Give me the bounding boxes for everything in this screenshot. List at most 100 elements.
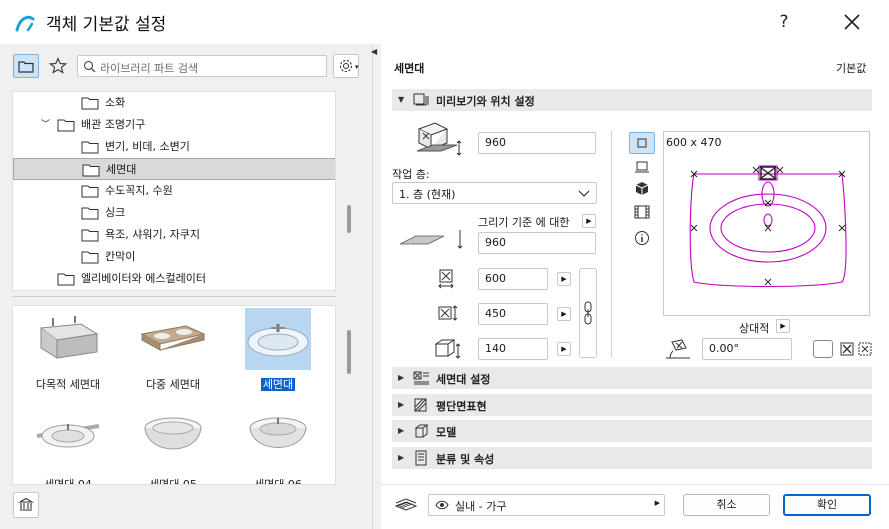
window-title: 객체 기본값 설정: [46, 15, 167, 35]
chevron-right-icon: ▶: [654, 499, 660, 507]
gallery-item[interactable]: 세면대 04: [18, 408, 118, 484]
section-label: 모델: [436, 426, 457, 439]
eye-icon: [435, 500, 449, 510]
object-name: 세면대: [394, 62, 425, 75]
folder-icon: [81, 207, 99, 220]
tree-item[interactable]: 변기, 비데, 소변기: [81, 136, 190, 158]
floor-plan-icon: [414, 398, 427, 412]
layer-select[interactable]: 실내 - 가구 ▶: [428, 494, 665, 516]
tree-item[interactable]: ﹀ 배관 조명기구: [41, 114, 145, 136]
gallery-item-label: 다목적 세면대: [35, 378, 101, 391]
part-thumbnail-image: [245, 308, 311, 370]
cancel-button[interactable]: 취소: [683, 494, 770, 516]
preview-3d-button[interactable]: [634, 181, 650, 200]
height-icon: [434, 339, 461, 359]
width-field[interactable]: 600: [478, 268, 548, 290]
section-label: 분류 및 속성: [436, 453, 495, 466]
library-manager-button[interactable]: [13, 492, 39, 518]
preview-canvas[interactable]: 600 x 470: [663, 131, 870, 316]
tree-item-label: 싱크: [105, 206, 126, 219]
angle-field[interactable]: 0.00°: [702, 338, 792, 360]
preview-2d-button[interactable]: [629, 132, 655, 154]
collapse-left-icon[interactable]: ◀: [371, 47, 377, 56]
tree-item[interactable]: 소화: [81, 92, 125, 114]
section-preview-header[interactable]: ▼ 미리보기와 위치 설정: [392, 89, 872, 111]
archicad-logo-icon: [15, 15, 35, 32]
section-header[interactable]: ▶ 분류 및 속성: [392, 447, 872, 469]
story-label: 작업 층:: [392, 168, 430, 181]
tree-item[interactable]: 엘리베이터와 에스컬레이터: [57, 268, 206, 290]
cube-icon: [635, 182, 649, 195]
section-header[interactable]: ▶ 평단면표현: [392, 394, 872, 416]
tree-item[interactable]: 싱크: [81, 202, 125, 224]
chevron-down-icon[interactable]: ﹀: [41, 114, 50, 136]
elevation-field[interactable]: 960: [478, 132, 596, 154]
model-cube-icon: [414, 424, 429, 438]
folder-icon: [81, 251, 99, 264]
anchor-point-icon[interactable]: [840, 342, 854, 356]
part-thumbnail-image: [35, 308, 101, 370]
tree-item-label: 욕조, 샤워기, 자쿠지: [105, 228, 200, 241]
folder-icon: [81, 185, 99, 198]
folder-icon: [81, 229, 99, 242]
section-label: 세면대 설정: [436, 373, 491, 386]
gallery-scrollbar[interactable]: [347, 330, 351, 374]
depth-field[interactable]: 450: [478, 303, 548, 325]
library-icon: [18, 497, 34, 511]
section-header[interactable]: ▶ 세면대 설정: [392, 367, 872, 389]
gallery-item[interactable]: 다중 세면대: [123, 308, 223, 392]
gallery-item[interactable]: 세면대 05: [123, 408, 223, 484]
collapsed-arrow-icon: ▶: [398, 453, 405, 462]
relative-menu-button[interactable]: ▶: [582, 214, 596, 228]
gallery-item[interactable]: 다목적 세면대: [18, 308, 118, 392]
height-menu-button[interactable]: ▶: [557, 342, 571, 356]
preview-info-button[interactable]: [634, 230, 650, 249]
gallery-item-label: 다중 세면대: [145, 378, 201, 391]
story-select[interactable]: 1. 층 (현재): [392, 182, 597, 204]
folder-view-button[interactable]: [13, 54, 39, 78]
expanded-arrow-icon: ▼: [398, 95, 405, 104]
tree-item[interactable]: 세면대: [13, 158, 335, 180]
width-menu-button[interactable]: ▶: [557, 272, 571, 286]
pane-divider[interactable]: [12, 296, 336, 300]
gallery-item[interactable]: 세면대: [228, 308, 328, 392]
tree-item-label: 소화: [105, 96, 126, 109]
mirror-toggle[interactable]: [813, 340, 833, 358]
story-value: 1. 층 (현재): [399, 188, 456, 201]
default-label: 기본값: [836, 62, 867, 75]
preview-mode-button[interactable]: ▶: [776, 319, 790, 333]
anchor-grid-icon[interactable]: [858, 342, 872, 356]
chevron-down-icon[interactable]: ▾: [355, 63, 359, 71]
library-search-input[interactable]: 라이브러리 파트 검색: [77, 55, 327, 77]
help-button[interactable]: ?: [770, 8, 798, 36]
gallery-item[interactable]: 세면대 06: [228, 408, 328, 484]
ok-button[interactable]: 확인: [783, 494, 871, 516]
tree-item[interactable]: 칸막이: [81, 246, 135, 268]
close-button[interactable]: [835, 8, 869, 36]
height-field[interactable]: 140: [478, 338, 548, 360]
preview-section-button[interactable]: [634, 159, 650, 178]
classification-icon: [415, 450, 427, 466]
favorites-button[interactable]: [46, 55, 70, 77]
preview-elevation-button[interactable]: [633, 204, 651, 223]
tree-scrollbar[interactable]: [347, 205, 351, 233]
collapsed-arrow-icon: ▶: [398, 373, 405, 382]
folder-icon: [57, 119, 75, 132]
layer-value: 실내 - 가구: [455, 500, 507, 513]
folder-icon: [82, 164, 100, 177]
width-icon: [438, 269, 454, 289]
depth-menu-button[interactable]: ▶: [557, 307, 571, 321]
tree-item[interactable]: 수도꼭지, 수원: [81, 180, 173, 202]
section-header[interactable]: ▶ 모델: [392, 420, 872, 442]
tree-item-label: 칸막이: [105, 250, 136, 263]
close-icon: [844, 14, 860, 30]
lock-ratio-button[interactable]: [579, 268, 597, 358]
relative-elevation-field[interactable]: 960: [478, 232, 596, 254]
search-placeholder: 라이브러리 파트 검색: [100, 62, 199, 75]
folder-icon: [18, 60, 34, 73]
panel-splitter[interactable]: [372, 44, 381, 529]
tree-item[interactable]: 욕조, 샤워기, 자쿠지: [81, 224, 200, 246]
title-bar: 객체 기본값 설정 ?: [0, 0, 889, 44]
part-thumbnail-image: [35, 408, 101, 470]
divider: [611, 130, 612, 358]
